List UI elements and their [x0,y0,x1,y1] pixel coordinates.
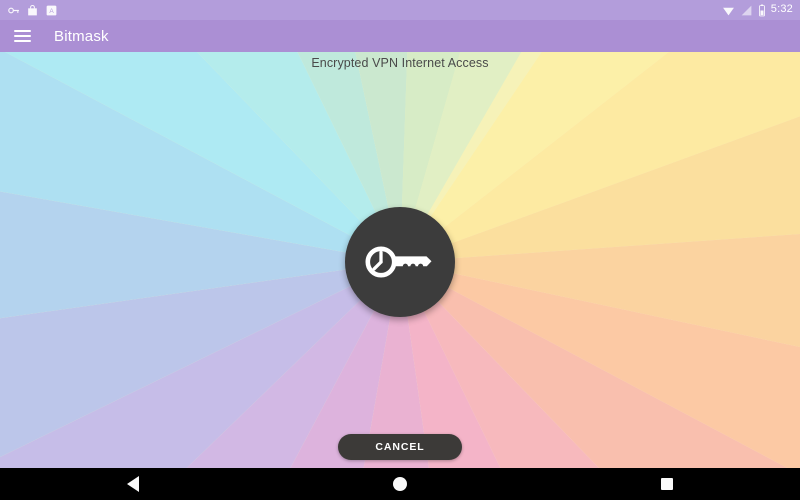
apk-installer-icon: A [45,4,58,17]
signal-icon [740,4,753,17]
svg-text:A: A [49,7,54,14]
status-bar: A 5:32 [0,0,800,20]
app-bar: Bitmask [0,20,800,52]
app-title: Bitmask [54,27,109,45]
hamburger-line [13,35,31,37]
recents-square-icon [660,478,673,490]
nav-home-button[interactable] [340,468,460,500]
nav-recents-button[interactable] [607,468,727,500]
wifi-icon [722,4,735,17]
home-circle-icon [392,477,407,491]
hamburger-menu-icon [13,30,31,42]
status-bar-left-icons: A [7,4,58,17]
vpn-key-icon [7,4,20,17]
android-navigation-bar [0,468,800,500]
clock-key-icon [364,242,436,282]
shop-icon [26,4,39,17]
battery-icon [758,4,766,17]
app-root: A 5:32 Bitmask Encrypted VPN Internet Ac… [0,0,800,500]
connection-status-badge[interactable] [345,207,455,317]
hamburger-menu-button[interactable] [0,20,44,52]
nav-back-button[interactable] [73,468,193,500]
status-bar-right-icons: 5:32 [722,4,793,17]
back-triangle-icon [127,476,140,492]
cancel-button[interactable]: CANCEL [338,434,462,460]
page-caption: Encrypted VPN Internet Access [311,56,489,70]
status-bar-clock: 5:32 [770,3,793,15]
hamburger-line [13,40,31,42]
hamburger-line [13,30,31,32]
